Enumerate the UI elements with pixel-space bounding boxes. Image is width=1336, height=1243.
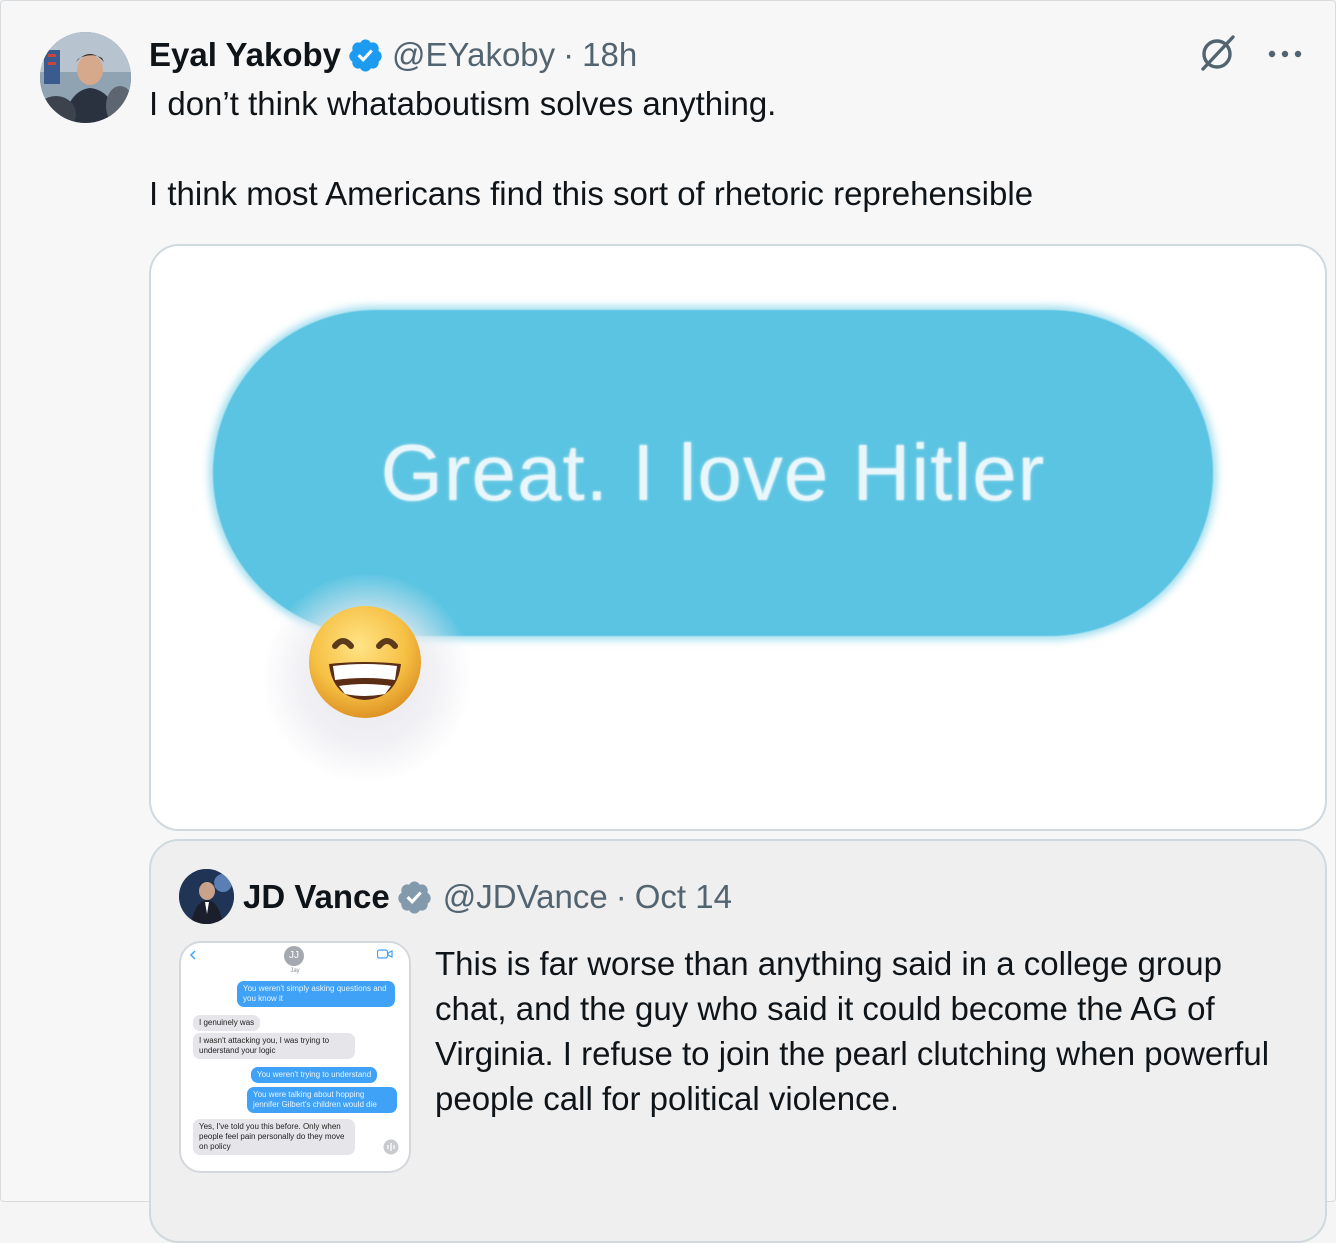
author-header: Eyal Yakoby @EYakoby · 18h xyxy=(149,31,637,79)
quoted-author-display-name[interactable]: JD Vance xyxy=(243,878,390,916)
audio-icon xyxy=(383,1139,399,1155)
back-chevron-icon xyxy=(189,950,196,960)
quoted-timestamp[interactable]: Oct 14 xyxy=(635,878,732,916)
video-call-icon xyxy=(377,949,393,959)
message-outgoing: You weren't simply asking questions and … xyxy=(237,981,395,1007)
tweet-media-image[interactable]: Great. I love Hitler xyxy=(149,244,1327,831)
tweet-actions-top xyxy=(1197,33,1303,78)
quoted-media-thumbnail[interactable]: JJ Jay You weren't simply asking questio… xyxy=(179,941,411,1173)
tweet-text: I don’t think whataboutism solves anythi… xyxy=(149,81,1269,216)
dot-separator: · xyxy=(563,36,575,73)
message-outgoing: You were talking about hopping jennifer … xyxy=(247,1087,397,1113)
grok-icon[interactable] xyxy=(1197,33,1237,78)
quoted-author-header: JD Vance @JDVance · Oct 14 xyxy=(243,873,732,921)
author-display-name[interactable]: Eyal Yakoby xyxy=(149,36,341,74)
author-handle[interactable]: @EYakoby xyxy=(392,36,555,74)
quoted-tweet-text: This is far worse than anything said in … xyxy=(435,945,1270,1117)
dot-separator: · xyxy=(615,878,627,915)
contact-avatar: JJ xyxy=(284,946,304,966)
tweet-timestamp[interactable]: 18h xyxy=(582,36,637,74)
tweet-text-line: I don’t think whataboutism solves anythi… xyxy=(149,85,777,122)
author-avatar[interactable] xyxy=(40,32,131,123)
message-outgoing: You weren't trying to understand xyxy=(251,1067,378,1083)
quoted-tweet[interactable]: JD Vance @JDVance · Oct 14 JJ Jay You we… xyxy=(149,839,1327,1243)
tweet-text-line: I think most Americans find this sort of… xyxy=(149,175,1034,212)
message-incoming: I wasn't attacking you, I was trying to … xyxy=(193,1033,355,1059)
quoted-avatar-photo xyxy=(179,869,234,924)
tweet-card[interactable]: Eyal Yakoby @EYakoby · 18h I don’t think… xyxy=(0,0,1336,1243)
contact-name: Jay xyxy=(290,968,300,974)
quoted-author-avatar[interactable] xyxy=(179,869,234,924)
message-incoming: Yes, I've told you this before. Only whe… xyxy=(193,1119,355,1155)
verified-badge-icon xyxy=(347,37,384,74)
grinning-face-emoji-icon xyxy=(309,606,421,718)
avatar-photo xyxy=(40,32,131,123)
message-incoming: I genuinely was xyxy=(193,1015,261,1031)
quoted-verified-badge-icon xyxy=(396,879,433,916)
quoted-author-handle[interactable]: @JDVance xyxy=(443,878,608,916)
more-icon[interactable] xyxy=(1267,47,1303,65)
